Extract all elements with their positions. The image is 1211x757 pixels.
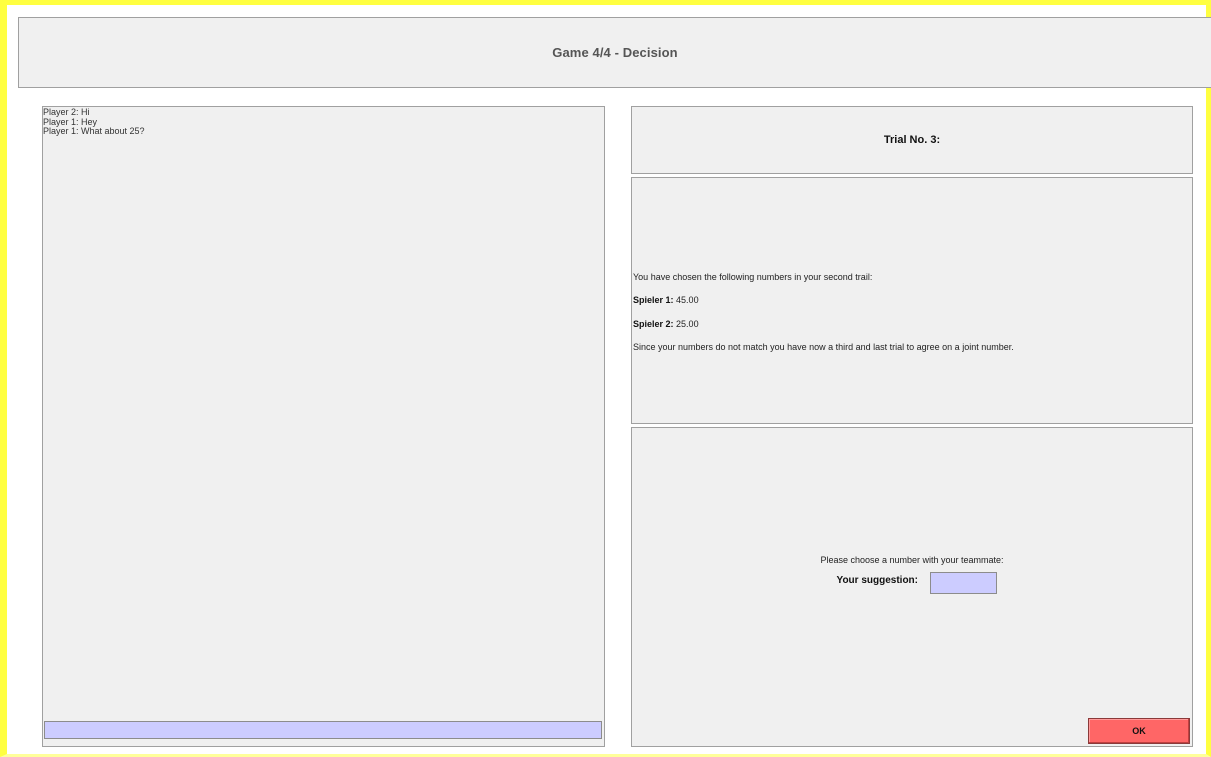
- chat-message: Player 1: What about 25?: [43, 126, 145, 136]
- page-header: Game 4/4 - Decision: [18, 17, 1211, 88]
- decision-panel: Please choose a number with your teammat…: [631, 427, 1193, 747]
- info-note: Since your numbers do not match you have…: [633, 342, 1014, 352]
- player2-label: Spieler 2:: [633, 319, 674, 329]
- chat-log: Player 2: Hi Player 1: Hey Player 1: Wha…: [43, 107, 145, 137]
- decision-prompt: Please choose a number with your teammat…: [820, 555, 1004, 565]
- player1-label: Spieler 1:: [633, 295, 674, 305]
- player2-value: 25.00: [676, 319, 699, 329]
- trial-panel: Trial No. 3:: [631, 106, 1193, 174]
- window-frame: Game 4/4 - Decision Player 2: Hi Player …: [0, 0, 1211, 757]
- info-intro: You have chosen the following numbers in…: [633, 272, 873, 282]
- player1-result: Spieler 1: 45.00: [633, 295, 699, 305]
- player1-value: 45.00: [676, 295, 699, 305]
- info-panel: You have chosen the following numbers in…: [631, 177, 1193, 424]
- suggestion-label: Your suggestion:: [836, 575, 918, 586]
- player2-result: Spieler 2: 25.00: [633, 319, 699, 329]
- chat-panel: Player 2: Hi Player 1: Hey Player 1: Wha…: [42, 106, 605, 747]
- chat-input[interactable]: [44, 721, 602, 739]
- ok-button[interactable]: OK: [1088, 718, 1190, 744]
- trial-title: Trial No. 3:: [883, 134, 941, 146]
- suggestion-input[interactable]: [930, 572, 997, 594]
- page-title: Game 4/4 - Decision: [552, 45, 678, 60]
